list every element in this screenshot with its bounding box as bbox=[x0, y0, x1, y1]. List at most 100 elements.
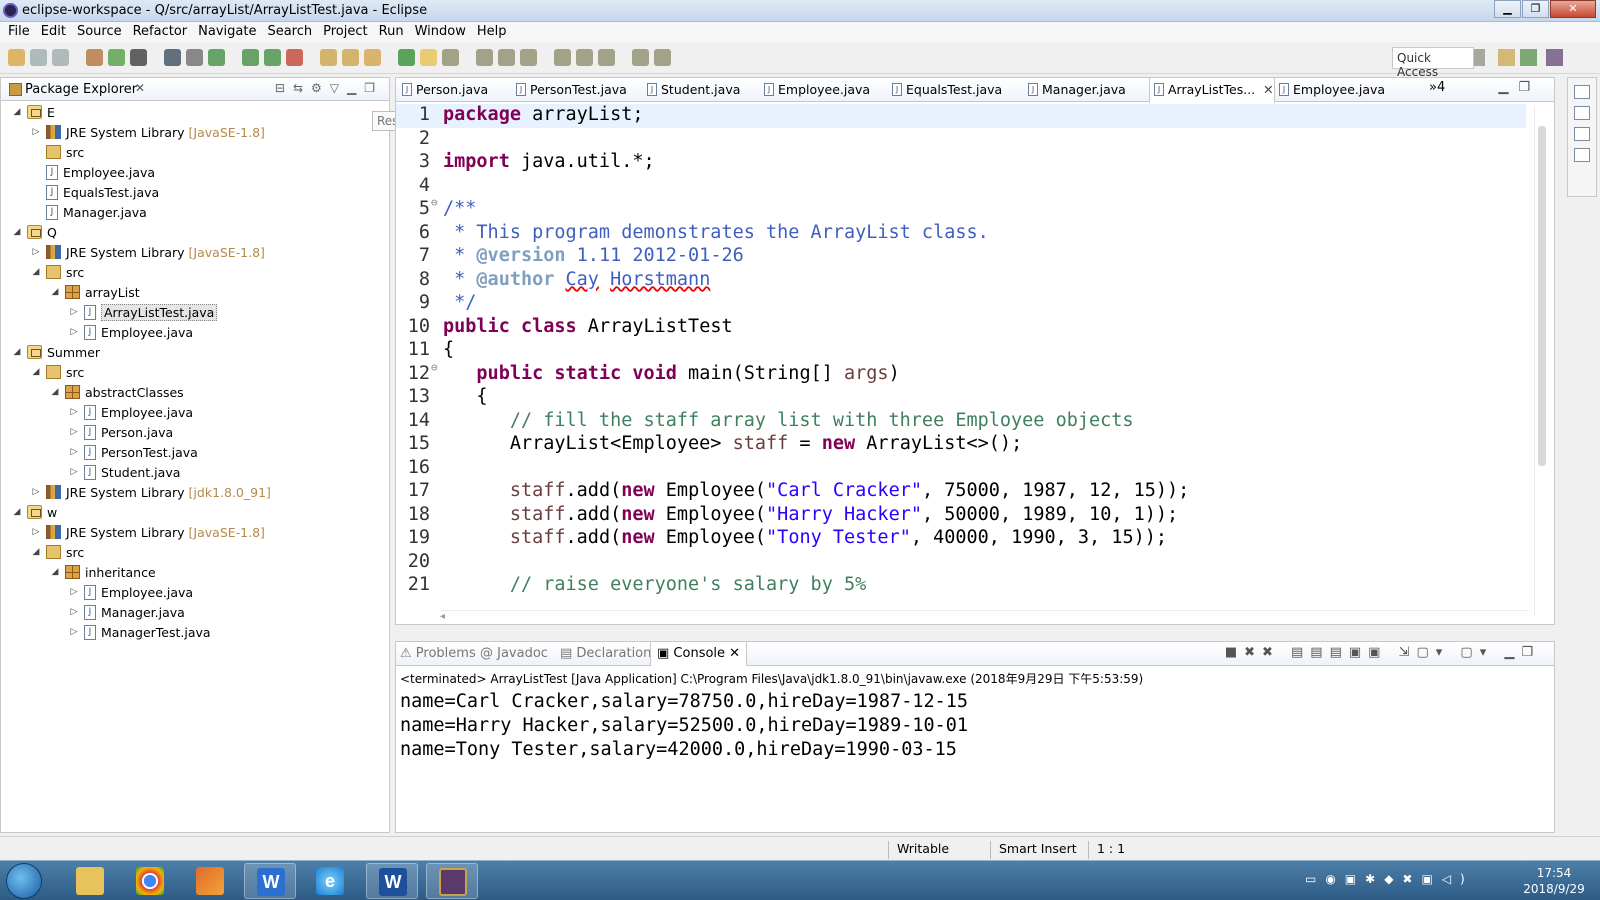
system-tray[interactable]: ▭◉▣✱◆✖▣◁) bbox=[1305, 872, 1474, 886]
toolbar-button-icon[interactable] bbox=[320, 49, 337, 66]
expand-toggle-icon[interactable]: ▷ bbox=[68, 607, 80, 617]
tree-item[interactable]: ◢ src bbox=[30, 362, 85, 382]
code-line[interactable]: 4 bbox=[396, 175, 1526, 199]
editor-tab[interactable]: J Employee.java bbox=[760, 78, 870, 102]
restore-icon[interactable] bbox=[1574, 127, 1590, 141]
expand-toggle-icon[interactable]: ▷ bbox=[68, 447, 80, 457]
expand-toggle-icon[interactable]: ◢ bbox=[11, 507, 23, 517]
taskbar-ie[interactable]: e bbox=[304, 863, 356, 899]
menu-1[interactable]: Edit bbox=[37, 22, 73, 42]
toolbar-button-icon[interactable] bbox=[654, 49, 671, 66]
fold-toggle-icon[interactable]: ⊖ bbox=[431, 196, 438, 209]
package-explorer-tab[interactable]: Package Explorer ✕ ⊟⇆⚙▽▁❐ bbox=[1, 78, 389, 101]
toolbar-button-icon[interactable] bbox=[130, 49, 147, 66]
tree-item[interactable]: ▷ J Employee.java bbox=[68, 402, 193, 422]
perspective-icon[interactable] bbox=[1498, 49, 1515, 66]
tree-item[interactable]: ▷ JRE System Library [JavaSE-1.8] bbox=[30, 242, 265, 262]
code-line[interactable]: 12 ⊖ public static void main(String[] arg… bbox=[396, 361, 1526, 387]
code-line[interactable]: 3 import java.util.*; bbox=[396, 151, 1526, 175]
toolbar-button-icon[interactable] bbox=[364, 49, 381, 66]
editor-tab[interactable]: J EqualsTest.java bbox=[888, 78, 1002, 102]
toolbar-button-icon[interactable] bbox=[52, 49, 69, 66]
code-area[interactable]: 1 package arrayList; 2 3 import java.util.*;… bbox=[396, 102, 1526, 614]
tree-item[interactable]: src bbox=[30, 142, 84, 162]
tree-item[interactable]: ◢ inheritance bbox=[49, 562, 156, 582]
editor-tab[interactable]: J Student.java bbox=[643, 78, 740, 102]
quick-access-field[interactable]: Quick Access bbox=[1392, 47, 1474, 79]
code-line[interactable]: 20 bbox=[396, 551, 1526, 575]
menu-8[interactable]: Window bbox=[411, 22, 473, 42]
editor-tab[interactable]: J Person.java bbox=[398, 78, 488, 102]
code-line[interactable]: 7 * @version 1.11 2012-01-26 bbox=[396, 245, 1526, 269]
taskbar-chrome[interactable] bbox=[124, 863, 176, 899]
taskbar-explorer[interactable] bbox=[64, 863, 116, 899]
restore-icon[interactable] bbox=[1574, 85, 1590, 99]
tree-item[interactable]: ▷ J Employee.java bbox=[68, 582, 193, 602]
close-window-button[interactable]: ✕ bbox=[1550, 0, 1596, 18]
menu-3[interactable]: Refactor bbox=[129, 22, 195, 42]
toolbar-button-icon[interactable] bbox=[420, 49, 437, 66]
code-line[interactable]: 9 */ bbox=[396, 292, 1526, 316]
expand-toggle-icon[interactable]: ▷ bbox=[68, 327, 80, 337]
menu-2[interactable]: Source bbox=[73, 22, 129, 42]
tree-item[interactable]: ▷ J Manager.java bbox=[68, 602, 185, 622]
restore-window-button[interactable]: ❐ bbox=[1522, 0, 1549, 18]
editor-tab[interactable]: J Employee.java bbox=[1275, 78, 1385, 102]
expand-toggle-icon[interactable]: ▷ bbox=[68, 587, 80, 597]
expand-toggle-icon[interactable]: ◢ bbox=[49, 287, 61, 297]
editor-tab[interactable]: J ArrayListTes... ✕ bbox=[1149, 78, 1275, 103]
tree-item[interactable]: ◢ Q bbox=[11, 222, 57, 242]
tree-item[interactable]: ◢ src bbox=[30, 542, 85, 562]
toolbar-button-icon[interactable] bbox=[264, 49, 281, 66]
more-tabs-button[interactable]: »4 bbox=[1429, 80, 1445, 95]
toolbar-button-icon[interactable] bbox=[30, 49, 47, 66]
task-list-icon[interactable] bbox=[1574, 106, 1590, 120]
taskbar-eclipse[interactable] bbox=[426, 863, 478, 899]
expand-toggle-icon[interactable]: ◢ bbox=[30, 267, 42, 277]
expand-toggle-icon[interactable]: ◢ bbox=[30, 367, 42, 377]
editor-tab[interactable]: J PersonTest.java bbox=[512, 78, 627, 102]
close-icon[interactable]: ✕ bbox=[135, 81, 145, 95]
tree-item[interactable]: J EqualsTest.java bbox=[30, 182, 159, 202]
tree-item[interactable]: ▷ J ArrayListTest.java bbox=[68, 302, 218, 322]
console-area-tab[interactable]: ⚠ Problems bbox=[400, 646, 476, 661]
expand-toggle-icon[interactable]: ▷ bbox=[30, 487, 42, 497]
menu-7[interactable]: Run bbox=[375, 22, 411, 42]
toolbar-button-icon[interactable] bbox=[286, 49, 303, 66]
console-output[interactable]: name=Carl Cracker,salary=78750.0,hireDay… bbox=[400, 690, 968, 762]
expand-toggle-icon[interactable]: ▷ bbox=[68, 467, 80, 477]
expand-toggle-icon[interactable]: ▷ bbox=[30, 127, 42, 137]
expand-toggle-icon[interactable]: ◢ bbox=[49, 387, 61, 397]
code-line[interactable]: 6 * This program demonstrates the ArrayL… bbox=[396, 222, 1526, 246]
tree-item[interactable]: J Employee.java bbox=[30, 162, 155, 182]
toolbar-button-icon[interactable] bbox=[632, 49, 649, 66]
code-line[interactable]: 2 bbox=[396, 128, 1526, 152]
code-line[interactable]: 19 staff.add(new Employee("Tony Tester",… bbox=[396, 527, 1526, 551]
toolbar-button-icon[interactable] bbox=[498, 49, 515, 66]
expand-toggle-icon[interactable]: ▷ bbox=[68, 627, 80, 637]
toolbar-button-icon[interactable] bbox=[398, 49, 415, 66]
toolbar-button-icon[interactable] bbox=[242, 49, 259, 66]
tree-item[interactable]: ◢ w bbox=[11, 502, 58, 522]
editor-view-controls[interactable]: ▁❐ bbox=[1498, 80, 1540, 95]
toolbar-button-icon[interactable] bbox=[8, 49, 25, 66]
code-line[interactable]: 14 // fill the staff array list with thr… bbox=[396, 410, 1526, 434]
tree-item[interactable]: ◢ abstractClasses bbox=[49, 382, 184, 402]
start-button[interactable] bbox=[6, 863, 42, 899]
tree-item[interactable]: ▷ J Person.java bbox=[68, 422, 173, 442]
tree-item[interactable]: ◢ arrayList bbox=[49, 282, 140, 302]
code-line[interactable]: 13 { bbox=[396, 386, 1526, 410]
minimize-window-button[interactable]: ▁ bbox=[1494, 0, 1521, 18]
expand-toggle-icon[interactable]: ◢ bbox=[30, 547, 42, 557]
toolbar-button-icon[interactable] bbox=[554, 49, 571, 66]
code-line[interactable]: 11 { bbox=[396, 339, 1526, 363]
close-tab-icon[interactable]: ✕ bbox=[725, 646, 740, 661]
console-area-tab[interactable]: ▣ Console ✕ bbox=[650, 642, 748, 666]
toolbar-button-icon[interactable] bbox=[208, 49, 225, 66]
toolbar-button-icon[interactable] bbox=[342, 49, 359, 66]
tree-item[interactable]: ▷ JRE System Library [jdk1.8.0_91] bbox=[30, 482, 271, 502]
expand-toggle-icon[interactable]: ▷ bbox=[68, 407, 80, 417]
perspective-icon[interactable] bbox=[1546, 49, 1563, 66]
system-clock[interactable]: 17:54 2018/9/29 bbox=[1512, 865, 1596, 897]
outline-icon[interactable] bbox=[1574, 148, 1590, 162]
